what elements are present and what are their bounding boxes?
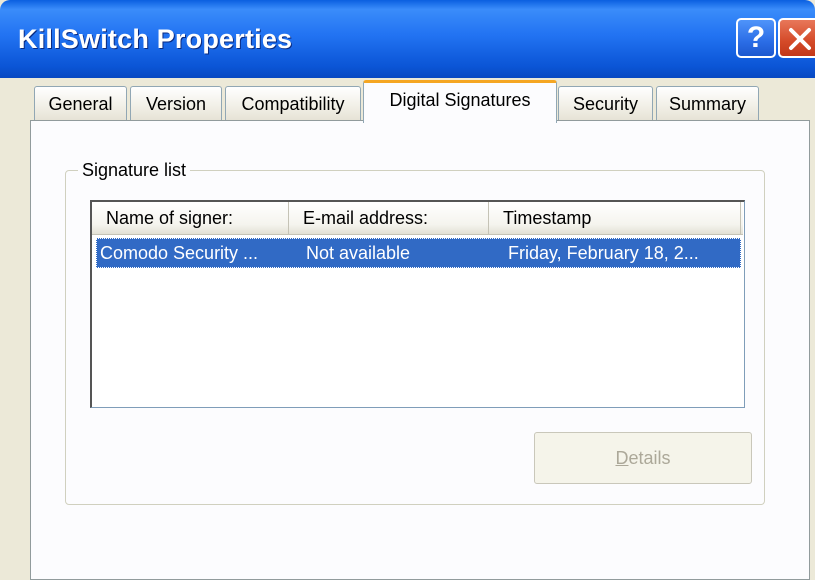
- tab-summary[interactable]: Summary: [656, 86, 759, 120]
- tab-version[interactable]: Version: [130, 86, 222, 120]
- help-button[interactable]: ?: [736, 18, 776, 58]
- window-title: KillSwitch Properties: [18, 24, 293, 54]
- tab-label: Security: [572, 94, 639, 114]
- tab-label: Version: [145, 94, 207, 114]
- tab-label: General: [48, 94, 113, 114]
- column-header-email[interactable]: E-mail address:: [289, 202, 489, 234]
- details-label: etails: [628, 448, 671, 468]
- tab-label: Compatibility: [241, 94, 345, 114]
- group-label: Signature list: [78, 158, 191, 182]
- cell-email: Not available: [306, 243, 411, 263]
- title-bar[interactable]: KillSwitch Properties ?: [0, 0, 815, 78]
- tab-security[interactable]: Security: [558, 86, 653, 120]
- close-button[interactable]: [778, 18, 815, 58]
- details-mnemonic: D: [615, 448, 629, 468]
- tab-label: Summary: [668, 94, 746, 114]
- cell-signer-name: Comodo Security ...: [100, 243, 259, 263]
- signature-listview[interactable]: Name of signer: E-mail address: Timestam…: [90, 200, 745, 408]
- cell-timestamp: Friday, February 18, 2...: [508, 243, 699, 263]
- tab-general[interactable]: General: [34, 86, 127, 120]
- close-icon: [789, 28, 811, 50]
- details-button[interactable]: Details: [534, 432, 752, 484]
- column-header-name[interactable]: Name of signer:: [92, 202, 289, 234]
- tab-digital-signatures[interactable]: Digital Signatures: [363, 80, 557, 123]
- list-header: Name of signer: E-mail address: Timestam…: [92, 202, 743, 235]
- column-header-timestamp[interactable]: Timestamp: [489, 202, 741, 234]
- table-row[interactable]: Comodo Security ... Not available Friday…: [96, 238, 741, 268]
- tab-compatibility[interactable]: Compatibility: [225, 86, 361, 120]
- tab-label: Digital Signatures: [389, 90, 531, 110]
- help-icon: ?: [746, 21, 766, 54]
